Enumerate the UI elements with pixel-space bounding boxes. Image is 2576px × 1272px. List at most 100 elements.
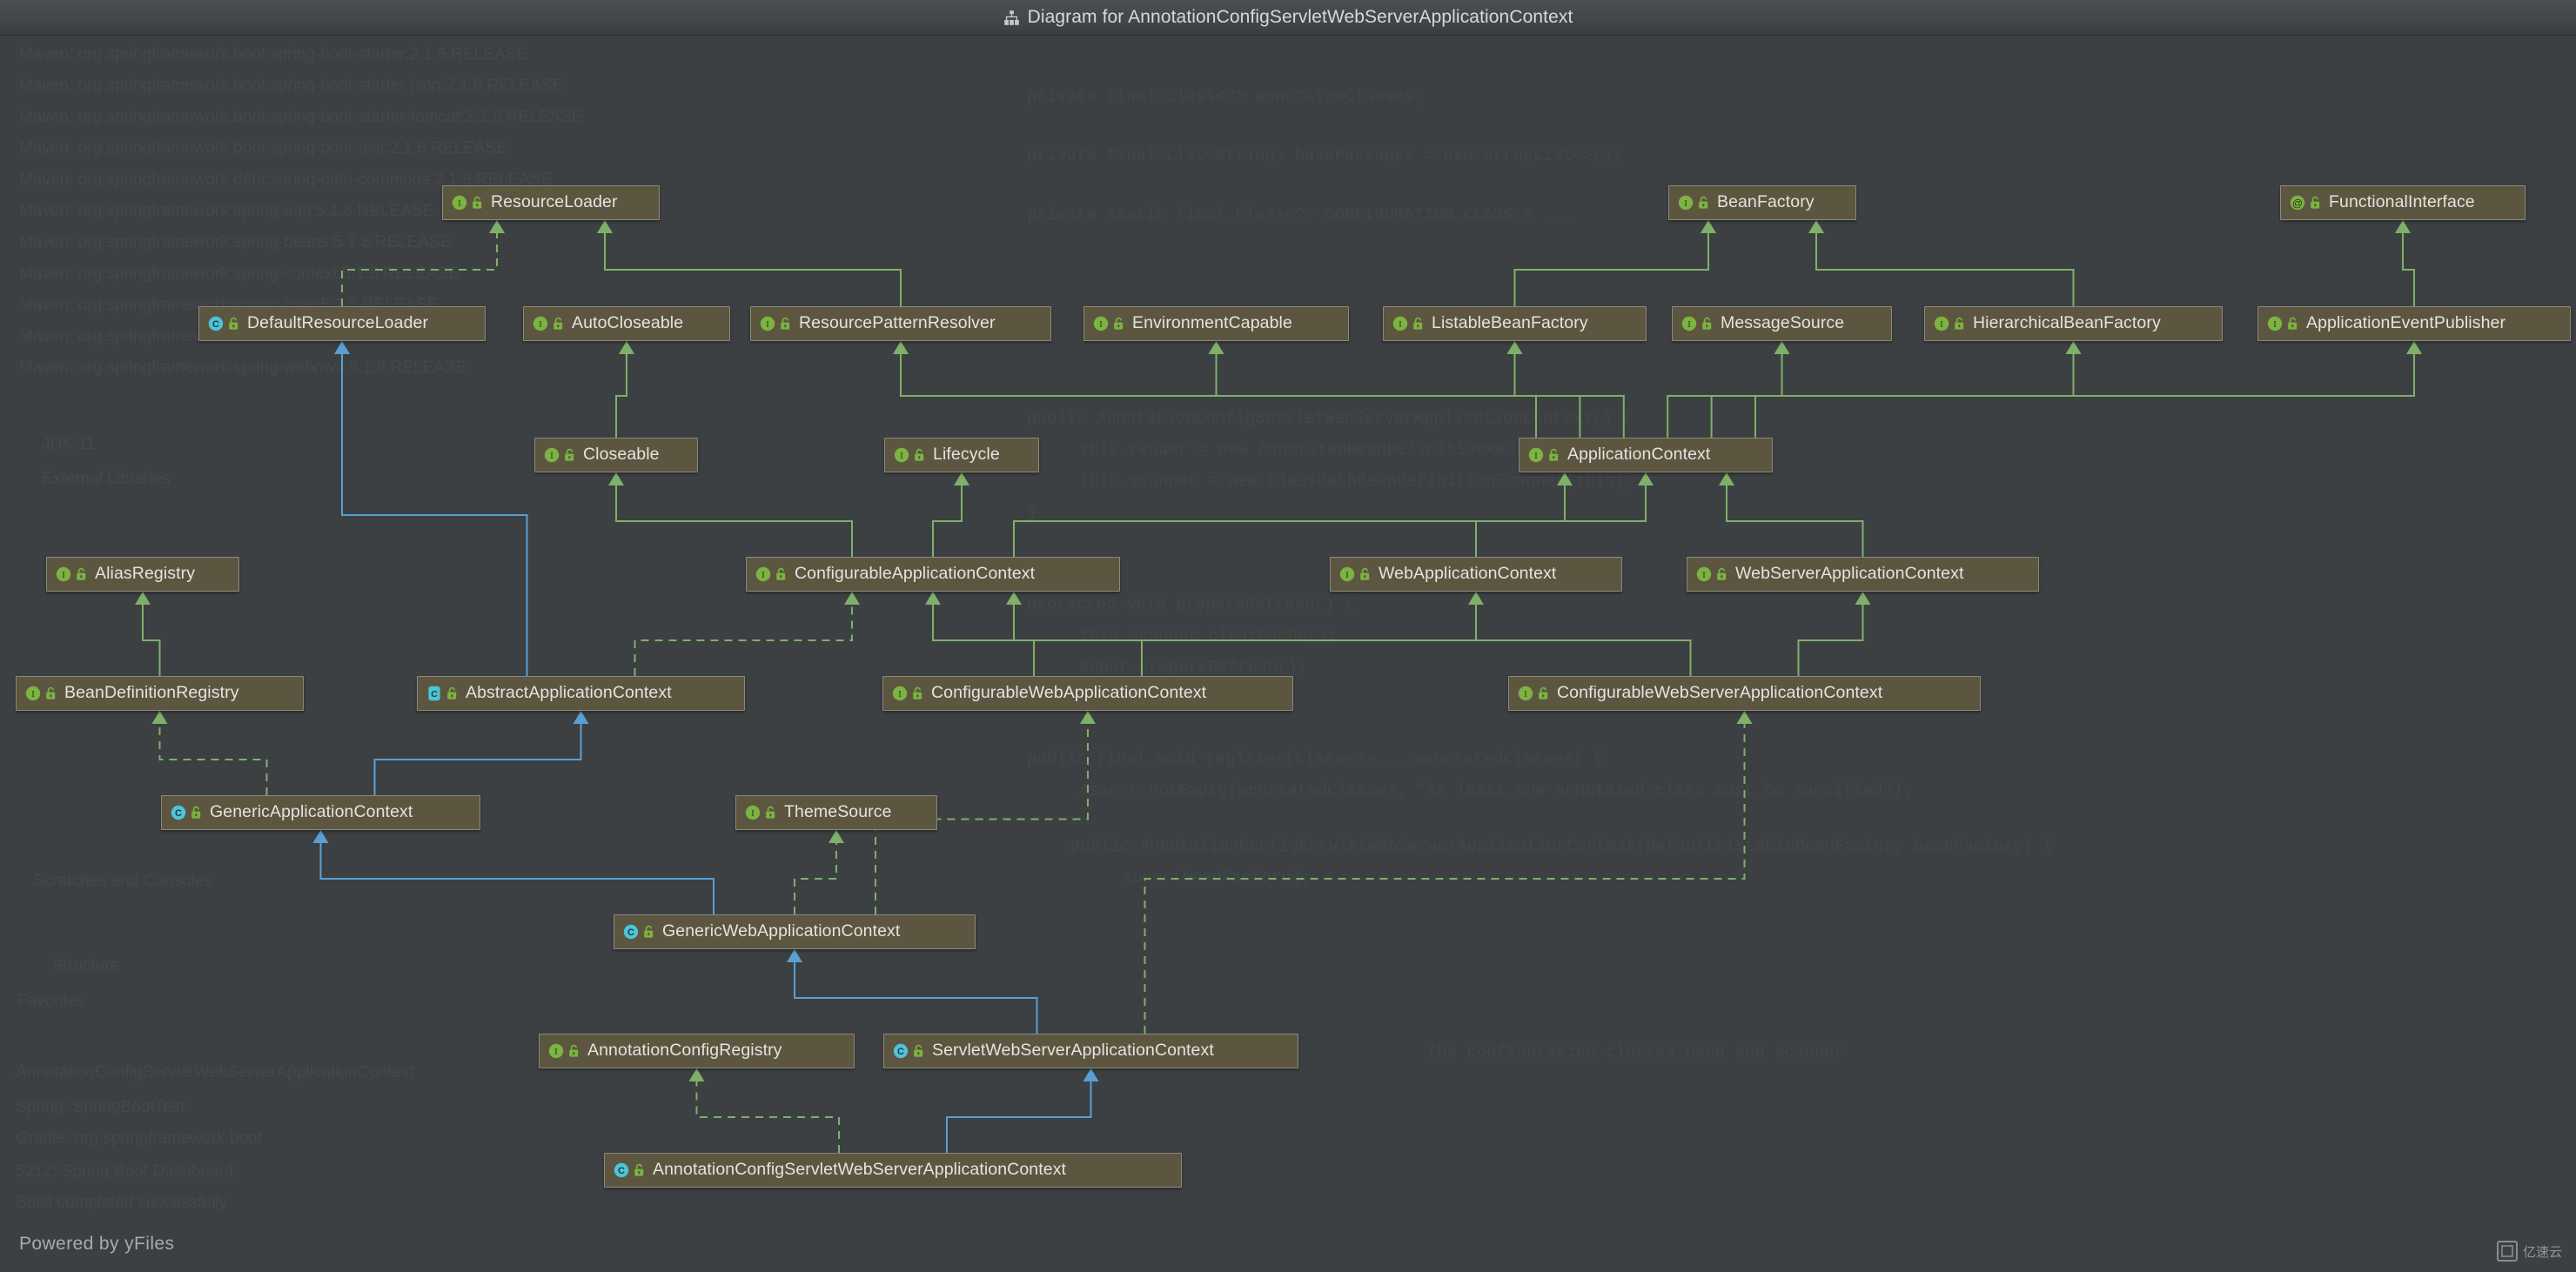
lock-icon [229, 317, 238, 330]
diagram-node-applicationcontext[interactable]: I ApplicationContext [1519, 438, 1773, 472]
svg-text:I: I [1399, 320, 1402, 330]
edge-arrowhead [1719, 472, 1734, 485]
diagram-node-abstractapplicationcontext[interactable]: C AbstractApplicationContext [417, 676, 745, 711]
diagram-node-environmentcapable[interactable]: I EnvironmentCapable [1083, 306, 1349, 341]
svg-text:C: C [897, 1047, 904, 1057]
interface-icon: I [892, 686, 908, 701]
svg-text:I: I [1534, 452, 1538, 461]
diagram-node-applicationeventpublisher[interactable]: I ApplicationEventPublisher [2257, 306, 2571, 341]
node-label: AbstractApplicationContext [466, 683, 672, 703]
diagram-node-messagesource[interactable]: I MessageSource [1672, 306, 1892, 341]
node-label: BeanFactory [1717, 192, 1815, 212]
lock-icon [915, 448, 924, 461]
interface-icon: I [1934, 316, 1949, 331]
edge-arrowhead [1468, 592, 1484, 605]
svg-text:I: I [761, 571, 765, 580]
svg-text:C: C [212, 319, 219, 330]
svg-text:C: C [431, 689, 438, 700]
svg-text:C: C [627, 927, 634, 938]
svg-text:I: I [1940, 320, 1943, 330]
edge-arrowhead [489, 220, 505, 233]
edge-arrowhead [151, 711, 168, 724]
svg-text:I: I [1345, 571, 1349, 580]
edge-arrowhead [2065, 341, 2082, 354]
powered-by-label: Powered by yFiles [19, 1234, 175, 1254]
node-label: ApplicationEventPublisher [2306, 313, 2506, 333]
edge-configurableapplicationcontext-to-lifecycle [932, 485, 963, 557]
svg-text:C: C [618, 1166, 625, 1176]
diagram-node-autocloseable[interactable]: I AutoCloseable [523, 306, 730, 341]
class-icon: C [171, 805, 186, 820]
interface-icon: I [1392, 316, 1408, 331]
node-label: WebServerApplicationContext [1735, 564, 1964, 584]
node-label: EnvironmentCapable [1132, 313, 1292, 333]
diagram-node-servletwebserverapplicationcontext[interactable]: C ServletWebServerApplicationContext [883, 1034, 1298, 1068]
edge-arrowhead [1080, 711, 1096, 724]
diagram-node-annotationconfigregistry[interactable]: I AnnotationConfigRegistry [539, 1034, 855, 1068]
diagram-icon [1003, 10, 1020, 26]
diagram-node-aliasregistry[interactable]: I AliasRegistry [46, 557, 239, 592]
window-title-bar: Diagram for AnnotationConfigServletWebSe… [0, 0, 2576, 36]
diagram-node-beanfactory[interactable]: I BeanFactory [1668, 185, 1856, 220]
edge-arrowhead [2406, 341, 2422, 354]
lock-icon [1717, 567, 1727, 580]
lock-icon [447, 686, 457, 700]
edge-arrowhead [573, 711, 589, 724]
annotation-icon: @ [2290, 195, 2305, 211]
node-label: ThemeSource [784, 802, 892, 822]
diagram-node-functionalinterface[interactable]: @ FunctionalInterface [2280, 185, 2526, 220]
edge-arrowhead [1208, 341, 1224, 354]
diagram-node-genericwebapplicationcontext[interactable]: C GenericWebApplicationContext [614, 914, 976, 949]
diagram-node-beandefinitionregistry[interactable]: I BeanDefinitionRegistry [16, 676, 304, 711]
lock-icon [1413, 317, 1423, 330]
edge-arrowhead [1855, 592, 1871, 605]
lock-icon [1114, 317, 1124, 330]
node-label: ResourceLoader [491, 192, 618, 212]
diagram-node-configurableapplicationcontext[interactable]: I ConfigurableApplicationContext [746, 557, 1120, 592]
diagram-node-genericapplicationcontext[interactable]: C GenericApplicationContext [161, 795, 480, 830]
lock-icon [1549, 448, 1559, 461]
diagram-node-lifecycle[interactable]: I Lifecycle [884, 438, 1039, 472]
interface-icon: I [1681, 316, 1697, 331]
diagram-node-webapplicationcontext[interactable]: I WebApplicationContext [1330, 557, 1622, 592]
edge-applicationcontext-to-applicationeventpublisher [1754, 354, 2415, 438]
abstract-class-icon: C [428, 686, 440, 701]
edge-servletwebserverapplicationcontext-to-genericwebapplicationcontext [794, 962, 1038, 1034]
interface-icon: I [533, 316, 548, 331]
svg-text:I: I [31, 690, 35, 700]
lock-icon [913, 686, 922, 700]
diagram-edges [135, 220, 2422, 1153]
diagram-node-resourcepatternresolver[interactable]: I ResourcePatternResolver [750, 306, 1051, 341]
diagram-node-closeable[interactable]: I Closeable [534, 438, 698, 472]
node-label: FunctionalInterface [2329, 192, 2475, 212]
node-label: AutoCloseable [572, 313, 684, 333]
node-label: Closeable [583, 445, 660, 465]
lock-icon [473, 196, 482, 209]
diagram-node-hierarchicalbeanfactory[interactable]: I HierarchicalBeanFactory [1924, 306, 2223, 341]
diagram-node-themesource[interactable]: I ThemeSource [735, 795, 937, 830]
watermark-text: 亿速云 [2522, 1244, 2562, 1260]
svg-text:I: I [1684, 199, 1687, 209]
interface-icon: I [1518, 686, 1533, 701]
diagram-node-defaultresourceloader[interactable]: C DefaultResourceLoader [198, 306, 486, 341]
diagram-node-resourceloader[interactable]: I ResourceLoader [442, 185, 660, 220]
diagram-node-webserverapplicationcontext[interactable]: I WebServerApplicationContext [1687, 557, 2039, 592]
svg-text:I: I [1702, 571, 1706, 580]
interface-icon: I [760, 316, 775, 331]
svg-text:I: I [62, 571, 65, 580]
edge-abstractapplicationcontext-to-configurableapplicationcontext [634, 605, 853, 676]
node-label: ConfigurableApplicationContext [795, 564, 1036, 584]
node-label: GenericApplicationContext [210, 802, 413, 822]
edge-configurableapplicationcontext-to-closeable [615, 485, 853, 557]
diagram-node-configurablewebapplicationcontext[interactable]: I ConfigurableWebApplicationContext [882, 676, 1293, 711]
lock-icon [776, 567, 786, 580]
class-icon: C [893, 1043, 909, 1059]
diagram-node-annotationconfigservletwebserverapplicationcontext[interactable]: C AnnotationConfigServletWebServerApplica… [604, 1153, 1182, 1188]
diagram-canvas[interactable]: I ResourceLoader I BeanFactory @ FunctionalIn… [0, 36, 2576, 1272]
svg-text:I: I [751, 809, 755, 819]
edge-arrowhead [1557, 472, 1573, 485]
diagram-node-configurablewebserverapplicationcontext[interactable]: I ConfigurableWebServerApplicationContext [1508, 676, 1981, 711]
node-label: Lifecycle [933, 445, 1000, 465]
interface-icon: I [745, 805, 761, 820]
diagram-node-listablebeanfactory[interactable]: I ListableBeanFactory [1383, 306, 1647, 341]
